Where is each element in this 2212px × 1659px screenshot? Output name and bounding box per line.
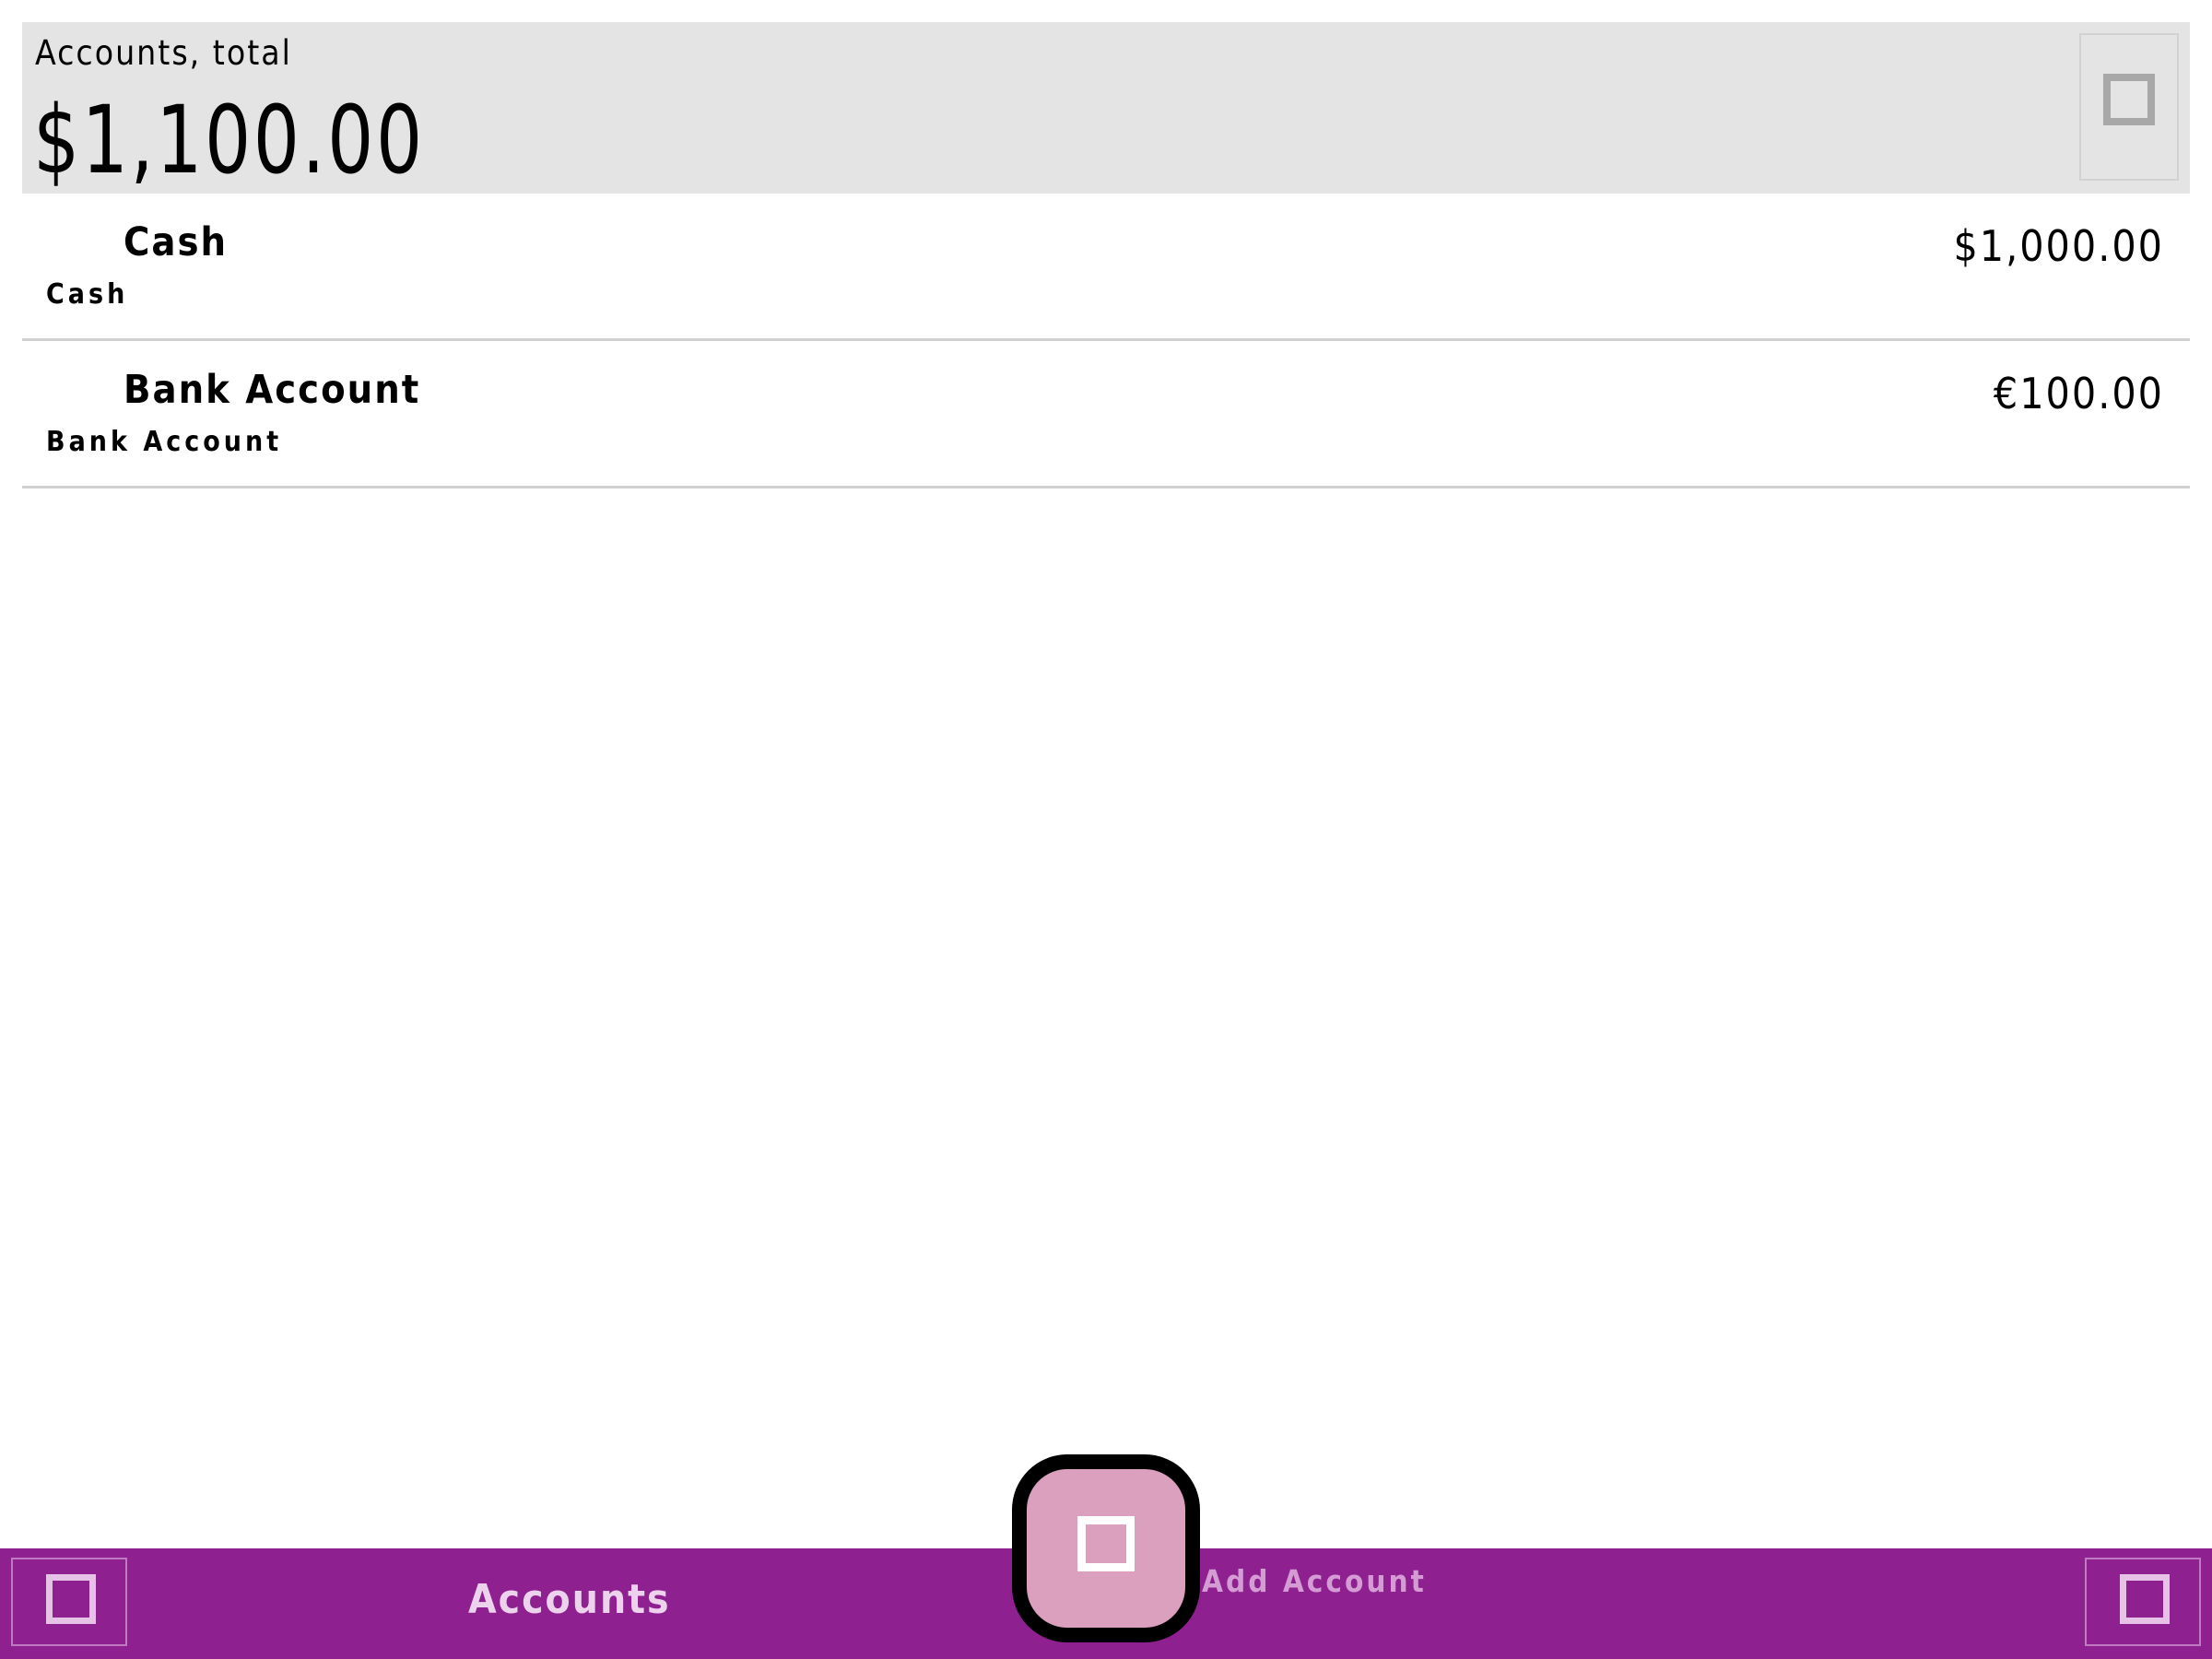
account-type: Bank Account xyxy=(46,426,283,458)
square-icon xyxy=(1077,1516,1135,1571)
account-type: Cash xyxy=(46,278,129,311)
square-icon xyxy=(46,1574,96,1624)
header-action-button[interactable] xyxy=(2079,33,2179,181)
accounts-total-label: Accounts, total xyxy=(35,33,292,73)
bar-title: Accounts xyxy=(468,1576,671,1623)
add-account-button[interactable] xyxy=(1012,1454,1200,1642)
square-icon xyxy=(2103,74,2155,125)
account-row-bank-account[interactable]: Bank Account Bank Account €100.00 xyxy=(22,341,2190,488)
add-account-label[interactable]: Add Account xyxy=(1202,1563,1427,1600)
account-balance: €100.00 xyxy=(1993,369,2164,418)
account-list: Cash Cash $1,000.00 Bank Account Bank Ac… xyxy=(22,194,2190,488)
more-button[interactable] xyxy=(2085,1558,2201,1646)
account-name: Cash xyxy=(124,219,229,265)
accounts-total-value: $1,100.00 xyxy=(33,86,425,195)
square-icon xyxy=(2120,1574,2170,1624)
account-row-cash[interactable]: Cash Cash $1,000.00 xyxy=(22,194,2190,341)
accounts-total-card: Accounts, total $1,100.00 xyxy=(22,22,2190,195)
account-name: Bank Account xyxy=(124,367,421,413)
account-balance: $1,000.00 xyxy=(1953,221,2164,271)
menu-button[interactable] xyxy=(11,1558,127,1646)
